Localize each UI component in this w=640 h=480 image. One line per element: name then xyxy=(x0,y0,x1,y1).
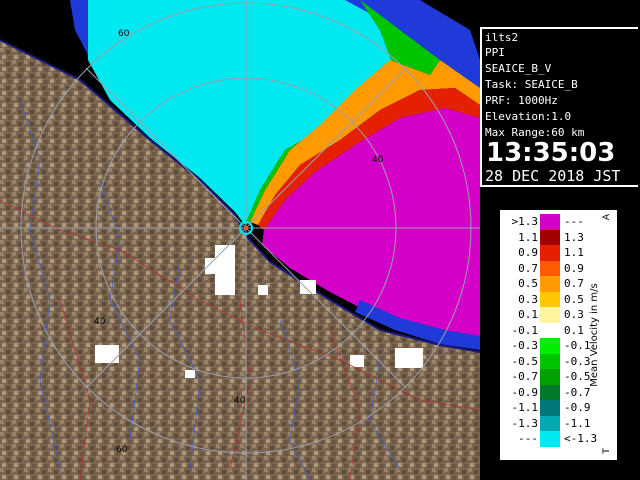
legend-row-lower-bound: --- xyxy=(518,432,538,445)
range-label-60-north: 60 xyxy=(118,29,130,39)
scan-date: 28 DEC 2018 JST xyxy=(485,167,621,185)
legend-color-swatch xyxy=(540,307,560,323)
legend-color-swatch xyxy=(540,400,560,416)
legend-color-swatch xyxy=(540,322,560,338)
legend-color-swatch xyxy=(540,415,560,431)
legend-row-lower-bound: -0.5 xyxy=(511,354,539,368)
range-label-40-west: 40 xyxy=(94,317,106,327)
legend-row-lower-bound: 0.5 xyxy=(518,277,538,290)
legend-color-swatch xyxy=(540,369,560,385)
legend-row-lower-bound: 0.3 xyxy=(518,292,538,306)
legend-mark-bottom: T xyxy=(601,448,612,454)
legend-row: >1.3 --- xyxy=(500,214,604,230)
info-panel: ilts2 PPI SEAICE_B_V Task: SEAICE_B PRF:… xyxy=(480,27,638,187)
legend-title: Mean Velocity in m/s xyxy=(589,283,600,387)
product-type: PPI xyxy=(485,46,505,59)
legend-row-lower-bound: -1.1 xyxy=(511,401,539,414)
prf-label: PRF: 1000Hz xyxy=(485,94,558,107)
legend-row-lower-bound: -0.7 xyxy=(511,370,539,383)
legend-row-lower-bound: -0.3 xyxy=(511,339,539,352)
legend-color-swatch xyxy=(540,353,560,369)
task-label: Task: SEAICE_B xyxy=(485,78,578,91)
legend-color-swatch xyxy=(540,431,560,447)
legend-row-lower-bound: 0.1 xyxy=(518,308,538,321)
legend-row-upper-bound: --- xyxy=(564,215,584,228)
scan-time: 13:35:03 xyxy=(486,138,616,168)
site-name: ilts2 xyxy=(485,31,519,44)
legend-color-swatch xyxy=(540,229,560,245)
radar-ppi-map: 60 40 40 40 60 xyxy=(0,0,480,480)
velocity-legend: >1.3 --- 1.1 1.3 0.9 1.1 0.7 0.9 0.5 0.7 0.3 0.5 0.1… xyxy=(500,210,617,460)
legend-row-lower-bound: -1.3 xyxy=(511,416,539,430)
legend-row-lower-bound: -0.9 xyxy=(511,385,539,399)
legend-row-lower-bound: -0.1 xyxy=(511,323,539,337)
product-name: SEAICE_B_V xyxy=(485,62,552,75)
range-label-40-east: 40 xyxy=(372,155,384,165)
range-label-60-south: 60 xyxy=(116,445,128,455)
legend-color-swatch xyxy=(540,214,560,230)
legend-color-swatch xyxy=(540,291,560,307)
range-label-40-south: 40 xyxy=(234,396,246,406)
legend-color-swatch xyxy=(540,260,560,276)
legend-row-lower-bound: 0.7 xyxy=(518,261,538,275)
legend-color-swatch xyxy=(540,338,560,354)
legend-row-lower-bound: 1.1 xyxy=(518,230,538,244)
legend-row-lower-bound: >1.3 xyxy=(511,215,539,228)
legend-color-swatch xyxy=(540,276,560,292)
legend-mark-top: A xyxy=(602,213,613,221)
elevation-label: Elevation:1.0 xyxy=(485,110,572,123)
legend-row-lower-bound: 0.9 xyxy=(518,246,538,259)
legend-color-swatch xyxy=(540,245,560,261)
legend-color-swatch xyxy=(540,384,560,400)
